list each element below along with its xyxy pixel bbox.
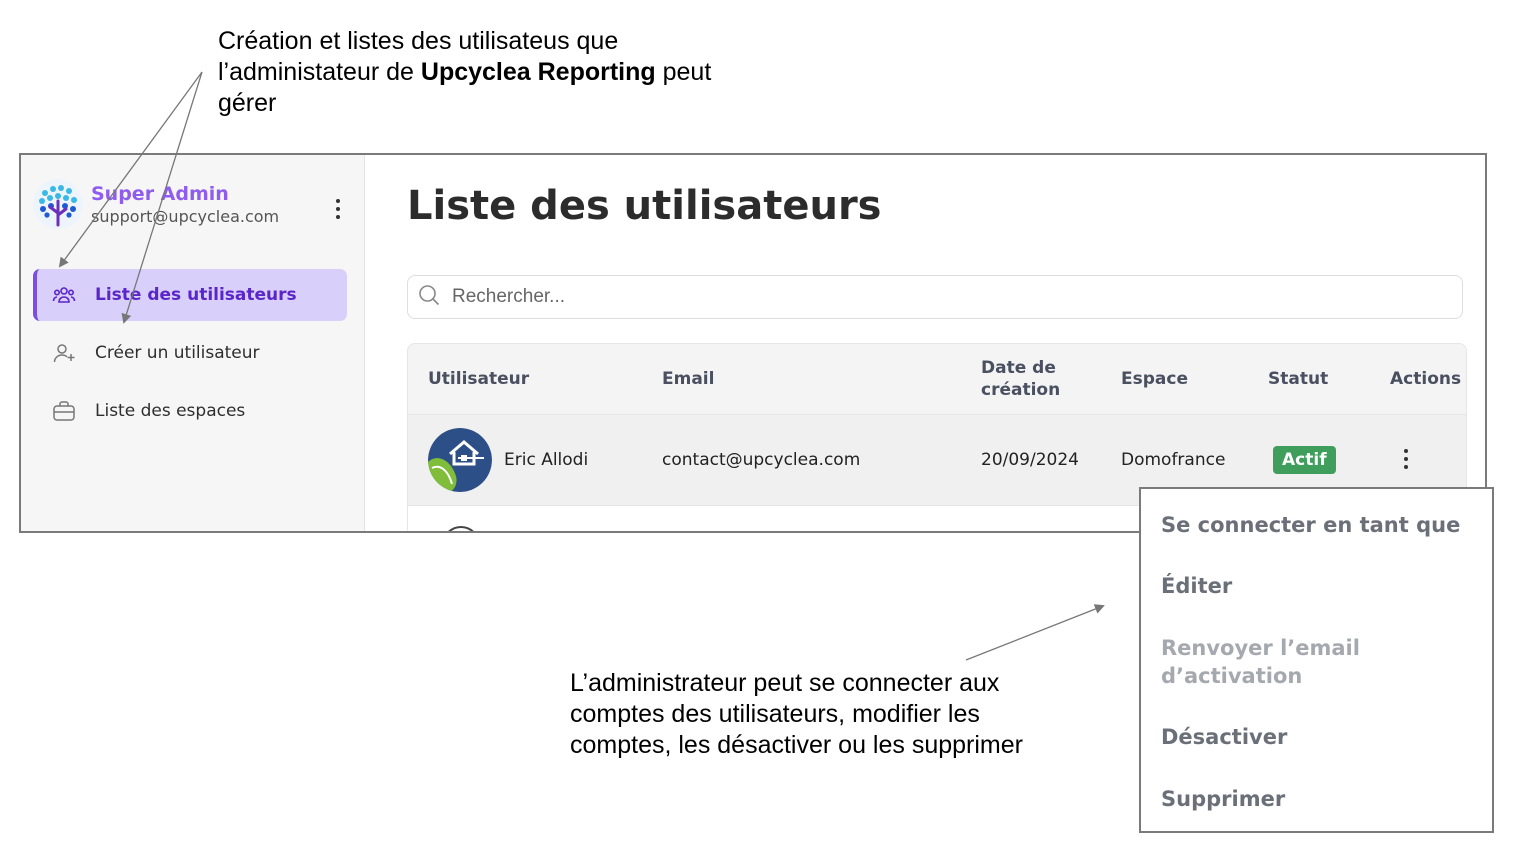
annotation-bottom: L’administrateur peut se connecter aux c… [570, 668, 1090, 761]
annotation-bottom-line2: comptes des utilisateurs, modifier les [570, 700, 980, 728]
page-title: Liste des utilisateurs [407, 183, 882, 229]
upcyclea-logo-icon [33, 179, 83, 229]
sidebar-item-users-list[interactable]: Liste des utilisateurs [33, 269, 347, 321]
annotation-top-line3: gérer [218, 89, 277, 117]
column-header-date-line1: Date de [981, 358, 1056, 378]
column-header-status[interactable]: Statut [1268, 344, 1328, 414]
menu-item-edit[interactable]: Éditer [1161, 572, 1481, 600]
users-icon [51, 282, 77, 308]
menu-item-label-line1: Renvoyer l’email [1161, 636, 1360, 660]
annotation-text: l’administateur de [218, 58, 421, 86]
annotation-text: peut [655, 58, 712, 86]
table-header: Utilisateur Email Date de création Espac… [407, 343, 1467, 414]
creation-date: 20/09/2024 [981, 450, 1079, 470]
dot [1404, 449, 1408, 453]
sidebar-item-spaces-list[interactable]: Liste des espaces [33, 385, 347, 437]
menu-item-login-as[interactable]: Se connecter en tant que [1161, 511, 1481, 539]
user-cell: Eric Allodi [428, 415, 588, 505]
annotation-bottom-line1: L’administrateur peut se connecter aux [570, 669, 1000, 697]
column-header-date-line2: création [981, 380, 1061, 400]
user-name: Eric Allodi [504, 450, 589, 470]
column-header-space[interactable]: Espace [1121, 344, 1188, 414]
profile-header: Super Admin support@upcyclea.com [33, 177, 353, 233]
profile-name: Super Admin [91, 183, 229, 205]
annotation-top: Création et listes des utilisateus que l… [218, 26, 778, 119]
profile-email: support@upcyclea.com [91, 207, 280, 226]
menu-item-deactivate[interactable]: Désactiver [1161, 723, 1481, 751]
column-header-date[interactable]: Date de création [981, 344, 1060, 414]
search-bar[interactable] [407, 275, 1463, 319]
user-plus-icon [51, 340, 77, 366]
menu-item-resend-activation[interactable]: Renvoyer l’email d’activation [1161, 634, 1481, 690]
dot [336, 199, 340, 203]
sidebar: Super Admin support@upcyclea.com Liste d… [21, 155, 365, 531]
sidebar-item-label: Liste des espaces [95, 401, 246, 421]
dot [1404, 465, 1408, 469]
menu-item-delete[interactable]: Supprimer [1161, 785, 1481, 813]
search-input[interactable] [450, 285, 1354, 309]
row-actions-menu: Se connecter en tant que Éditer Renvoyer… [1139, 487, 1494, 833]
app-window: Super Admin support@upcyclea.com Liste d… [19, 153, 1487, 533]
avatar [442, 526, 480, 531]
briefcase-icon [51, 398, 77, 424]
annotation-top-line1: Création et listes des utilisateus que [218, 27, 619, 55]
user-email: contact@upcyclea.com [662, 450, 861, 470]
status-badge: Actif [1273, 446, 1336, 474]
annotation-bottom-line3: comptes, les désactiver ou les supprimer [570, 731, 1023, 759]
annotation-bold-text: Upcyclea Reporting [420, 58, 656, 86]
sidebar-item-label: Créer un utilisateur [95, 343, 260, 363]
sidebar-item-label: Liste des utilisateurs [95, 285, 297, 305]
column-header-actions: Actions [1390, 369, 1462, 389]
dot [336, 207, 340, 211]
search-icon [418, 284, 440, 311]
row-actions-button[interactable] [1396, 445, 1416, 475]
avatar [428, 428, 492, 492]
profile-menu-button[interactable] [328, 195, 348, 225]
column-header-user[interactable]: Utilisateur [428, 344, 529, 414]
dot [1404, 457, 1408, 461]
main-content: Liste des utilisateurs Utilisateur Email… [365, 155, 1485, 531]
column-header-email[interactable]: Email [662, 344, 714, 414]
dot [336, 215, 340, 219]
annotation-top-line2: l’administateur de Upcyclea Reporting pe… [218, 57, 778, 88]
menu-item-label-line2: d’activation [1161, 664, 1303, 688]
sidebar-item-create-user[interactable]: Créer un utilisateur [33, 327, 347, 379]
arrow-to-actions-menu [965, 604, 1105, 661]
